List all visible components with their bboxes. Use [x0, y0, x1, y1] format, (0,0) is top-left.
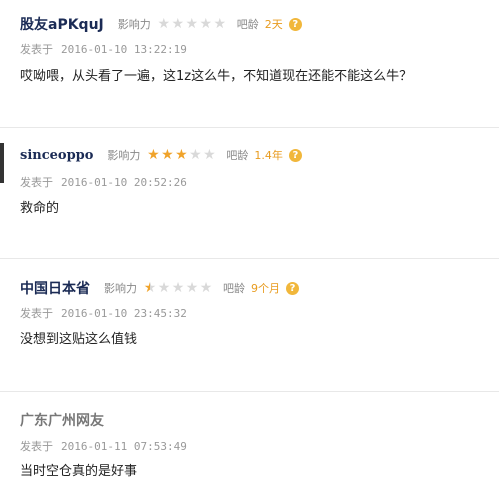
age-label: 吧龄: [236, 18, 259, 31]
divider: [0, 391, 499, 392]
influence-stars: ★ ★ ★ ★ ★: [157, 17, 227, 31]
post-date-value: 2016-01-10 13:22:19: [61, 43, 187, 56]
question-icon[interactable]: ?: [288, 148, 302, 162]
star-icon: ★: [161, 147, 174, 163]
comment-text: 救命的: [20, 201, 60, 216]
posted-at-label: 发表于: [20, 43, 53, 56]
star-icon: ★: [199, 280, 213, 296]
comment-text: 当时空仓真的是好事: [20, 464, 138, 479]
influence-stars: ★ ★ ★ ★ ★: [143, 281, 213, 295]
age-value: 1.4年: [254, 149, 283, 162]
star-icon: ★: [171, 280, 185, 296]
divider: [0, 127, 499, 128]
influence-stars: ★ ★ ★ ★ ★: [146, 148, 216, 162]
comment-meta: 股友aPKquJ 影响力 ★ ★ ★ ★ ★ 吧龄 2天 ?: [20, 14, 302, 34]
post-date-value: 2016-01-11 07:53:49: [61, 440, 187, 453]
question-icon[interactable]: ?: [286, 281, 299, 295]
influence-label: 影响力: [117, 18, 151, 31]
age-label: 吧龄: [223, 282, 245, 295]
star-icon: ★: [185, 280, 199, 296]
post-date-value: 2016-01-10 20:52:26: [61, 176, 187, 189]
posted-at-label: 发表于: [20, 307, 53, 320]
post-date: 发表于 2016-01-11 07:53:49: [20, 438, 187, 454]
comment-meta: 广东广州网友: [20, 410, 118, 430]
star-icon: ★: [185, 16, 199, 32]
star-icon: ★: [213, 16, 227, 32]
age-label: 吧龄: [226, 149, 249, 162]
divider: [0, 258, 499, 259]
post-date: 发表于 2016-01-10 20:52:26: [20, 174, 187, 190]
comment-meta: sinceoppo 影响力 ★ ★ ★ ★ ★ 吧龄 1.4年 ?: [20, 147, 302, 163]
star-icon: ★: [189, 147, 202, 163]
star-icon: ★: [157, 16, 171, 32]
star-icon: ★: [147, 147, 160, 163]
age-value: 9个月: [251, 282, 280, 295]
question-icon[interactable]: ?: [288, 17, 302, 31]
influence-label: 影响力: [107, 149, 141, 162]
username-link[interactable]: 股友aPKquJ: [20, 14, 104, 34]
username: 广东广州网友: [20, 413, 104, 429]
posted-at-label: 发表于: [20, 440, 53, 453]
posted-at-label: 发表于: [20, 176, 53, 189]
comment-meta: 中国日本省 影响力 ★ ★ ★ ★ ★ 吧龄 9个月 ?: [20, 278, 299, 298]
comment-text: 没想到这贴这么值钱: [20, 332, 138, 347]
age-value: 2天: [264, 18, 283, 31]
username-link[interactable]: 中国日本省: [20, 278, 90, 298]
star-icon: ★: [171, 16, 185, 32]
influence-label: 影响力: [104, 282, 137, 295]
post-date: 发表于 2016-01-10 13:22:19: [20, 41, 187, 57]
post-date: 发表于 2016-01-10 23:45:32: [20, 305, 187, 321]
username-link[interactable]: sinceoppo: [20, 148, 93, 163]
star-icon: ★: [143, 280, 157, 296]
star-icon: ★: [199, 16, 213, 32]
post-date-value: 2016-01-10 23:45:32: [61, 307, 187, 320]
star-icon: ★: [203, 147, 216, 163]
selected-accent-bar: [0, 143, 4, 183]
star-icon: ★: [175, 147, 188, 163]
comment-text: 哎呦喂，从头看了一遍，这1z这么牛，不知道现在还能不能这么牛？: [20, 69, 413, 84]
star-icon: ★: [157, 280, 171, 296]
